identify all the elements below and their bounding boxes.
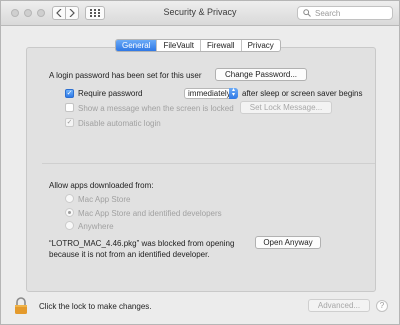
checkmark-icon: ✓ — [66, 119, 73, 126]
radio-mac-app-store[interactable] — [65, 194, 74, 203]
radio-mac-app-store-label: Mac App Store — [78, 195, 131, 204]
require-password-select[interactable]: immediately ▴ ▾ — [184, 87, 238, 99]
tab-firewall[interactable]: Firewall — [200, 40, 241, 51]
radio-anywhere[interactable] — [65, 221, 74, 230]
require-password-suffix: after sleep or screen saver begins — [242, 89, 363, 98]
radio-anywhere-label: Anywhere — [78, 222, 114, 231]
lock-instruction-text: Click the lock to make changes. — [39, 302, 152, 311]
preferences-window: Security & Privacy Search General FileVa… — [0, 0, 400, 325]
search-icon — [303, 9, 311, 17]
section-divider — [42, 163, 375, 164]
set-lock-message-button[interactable]: Set Lock Message... — [240, 101, 332, 114]
chevron-updown-icon: ▴ ▾ — [229, 87, 238, 99]
tab-filevault[interactable]: FileVault — [156, 40, 200, 51]
blocked-message-line1: “LOTRO_MAC_4.46.pkg” was blocked from op… — [49, 239, 235, 248]
login-password-text: A login password has been set for this u… — [49, 71, 202, 80]
require-password-value: immediately — [188, 89, 231, 98]
disable-auto-login-label: Disable automatic login — [78, 119, 161, 128]
tab-bar: General FileVault Firewall Privacy — [115, 39, 281, 52]
radio-identified-developers[interactable] — [65, 208, 74, 217]
search-field[interactable]: Search — [297, 6, 393, 20]
lock-button[interactable] — [14, 297, 28, 314]
require-password-label: Require password — [78, 89, 143, 98]
title-bar: Security & Privacy Search — [1, 1, 399, 26]
help-icon: ? — [379, 301, 385, 310]
change-password-button[interactable]: Change Password... — [215, 68, 307, 81]
show-message-label: Show a message when the screen is locked — [78, 104, 234, 113]
open-anyway-button[interactable]: Open Anyway — [255, 236, 321, 249]
show-message-checkbox[interactable] — [65, 103, 74, 112]
help-button[interactable]: ? — [376, 300, 388, 312]
lock-icon — [15, 297, 27, 314]
allow-apps-heading: Allow apps downloaded from: — [49, 181, 154, 190]
checkmark-icon: ✓ — [66, 90, 73, 97]
tab-privacy[interactable]: Privacy — [240, 40, 280, 51]
radio-identified-developers-label: Mac App Store and identified developers — [78, 209, 222, 218]
disable-auto-login-checkbox[interactable]: ✓ — [65, 118, 74, 127]
tab-general[interactable]: General — [116, 40, 157, 51]
blocked-message-line2: because it is not from an identified dev… — [49, 250, 210, 259]
advanced-button[interactable]: Advanced... — [308, 299, 370, 312]
search-placeholder: Search — [315, 8, 341, 18]
require-password-checkbox[interactable]: ✓ — [65, 89, 74, 98]
